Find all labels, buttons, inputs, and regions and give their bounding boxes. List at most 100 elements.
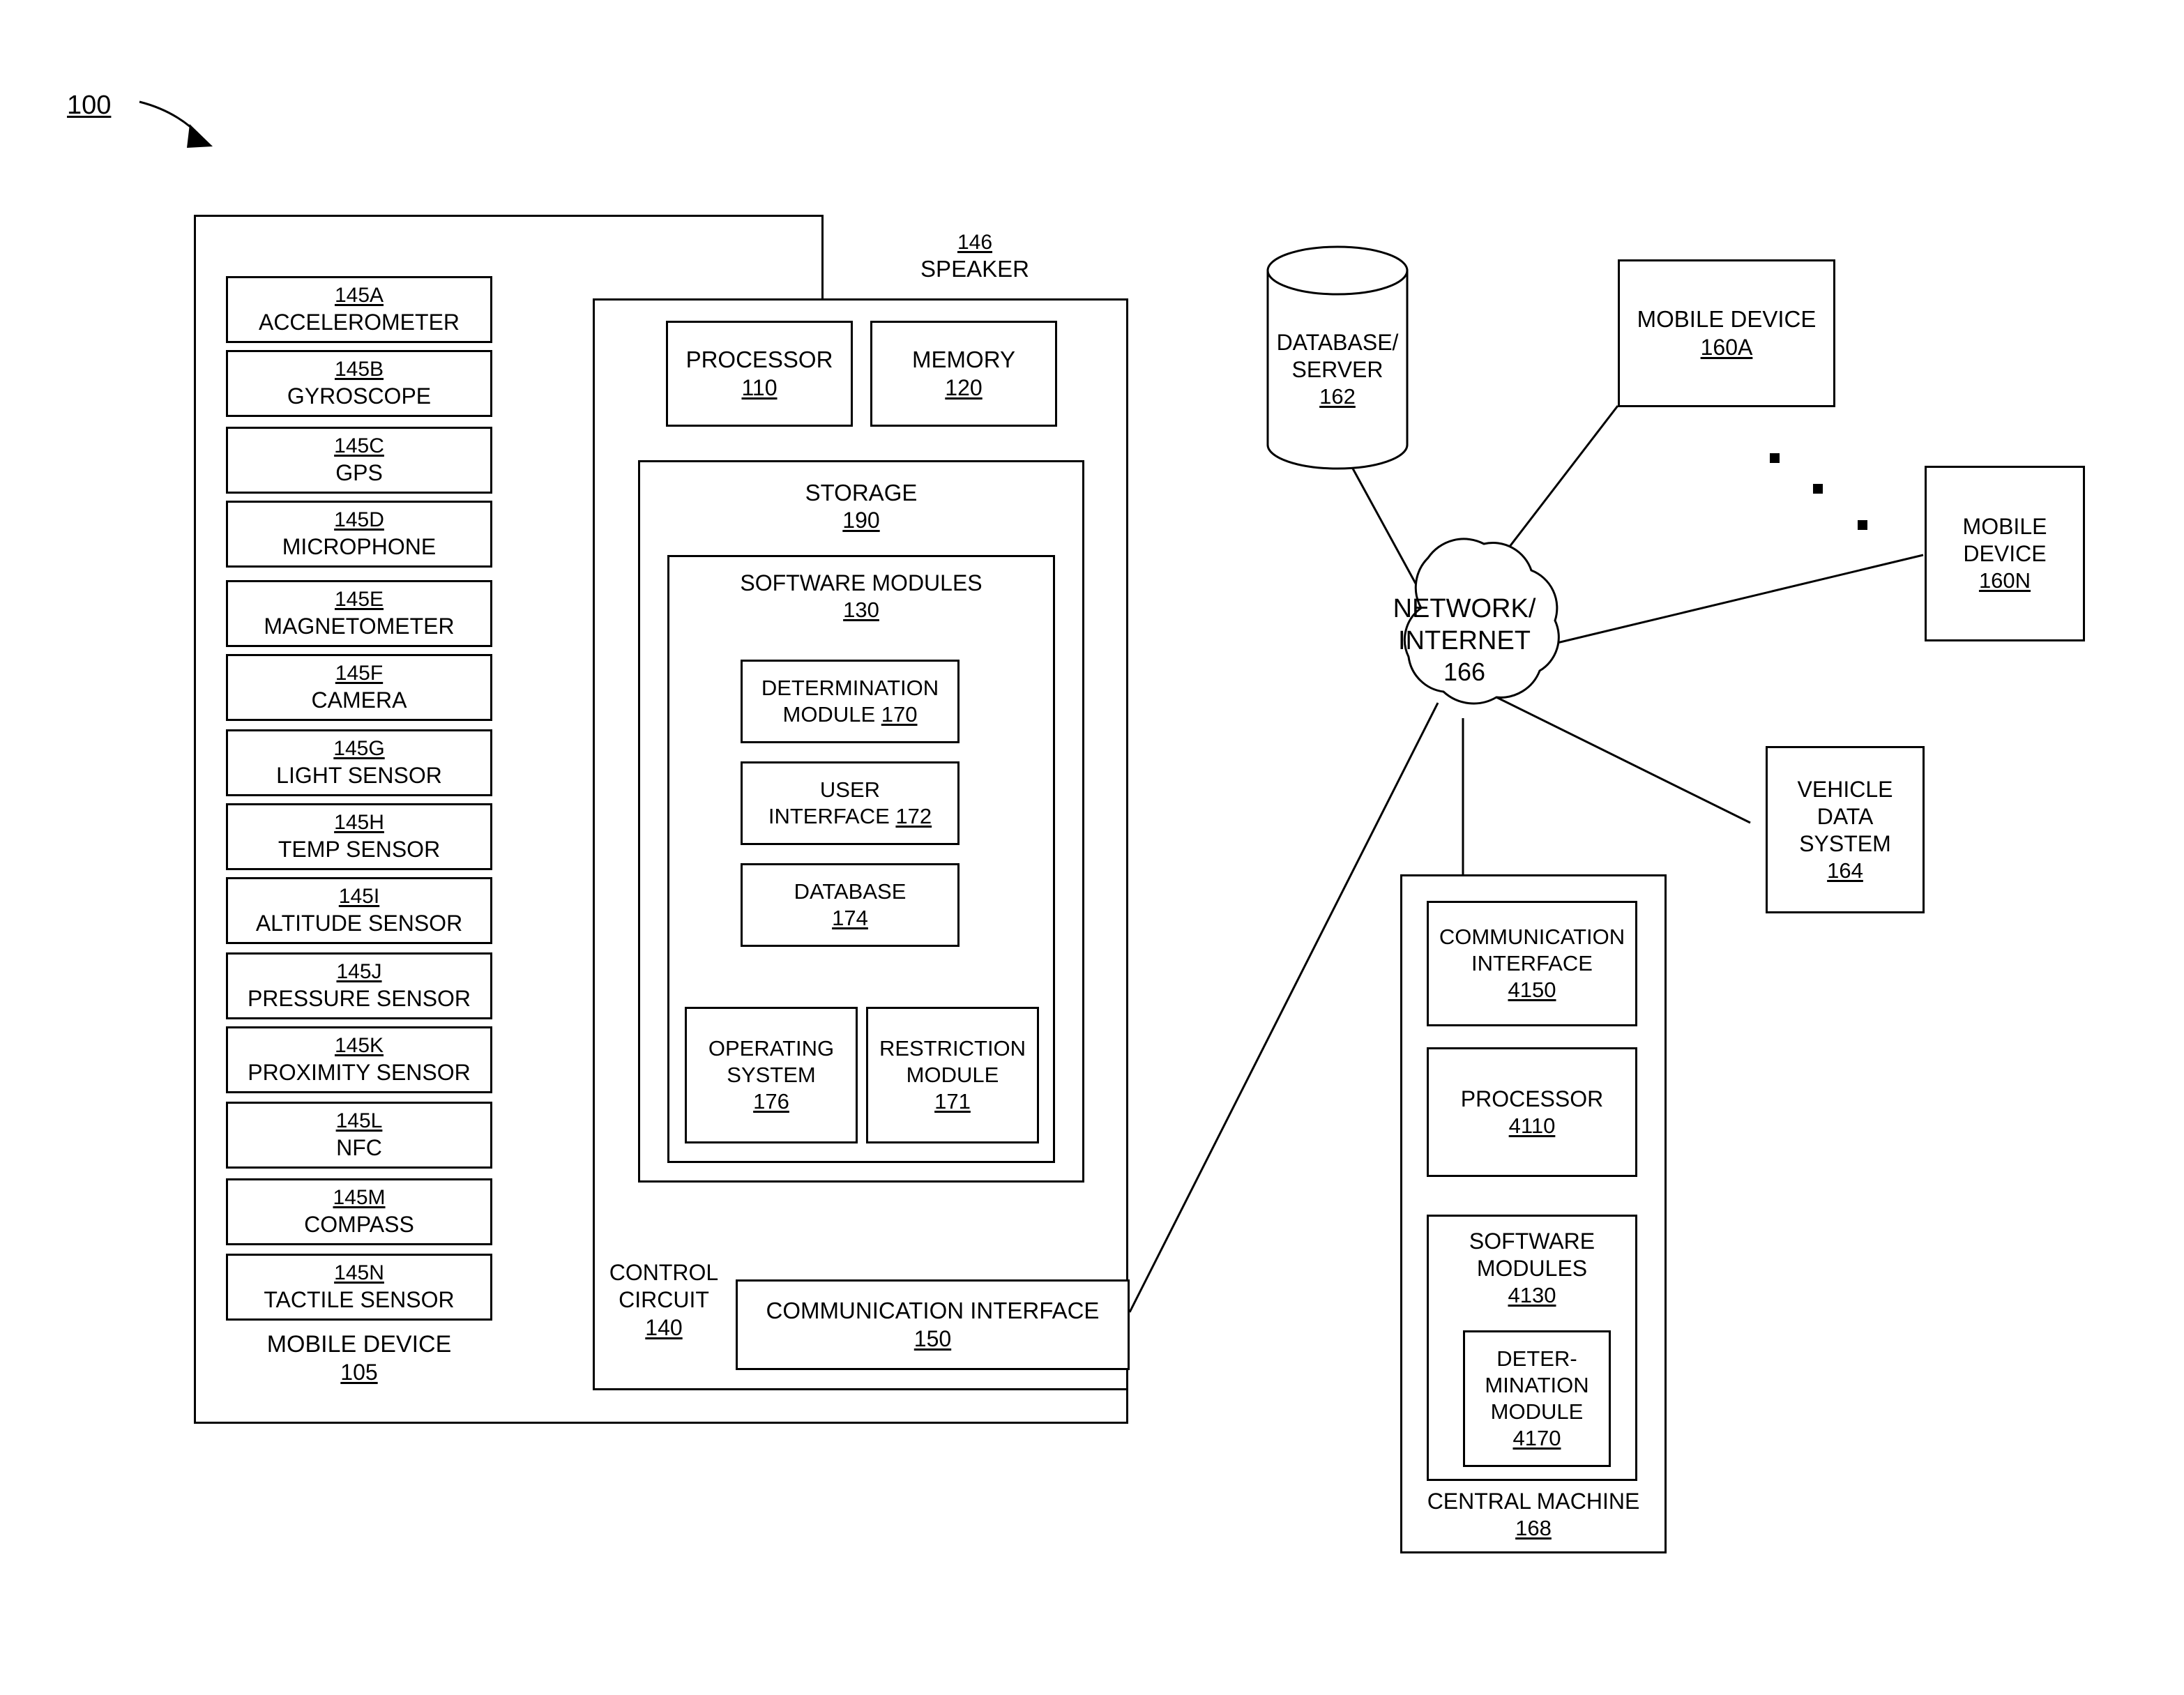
vehicle-data-system-box[interactable]: VEHICLE DATA SYSTEM 164 [1766,746,1925,913]
sensor-box-nfc[interactable]: 145L NFC [226,1102,492,1169]
restriction-module-box[interactable]: RESTRICTION MODULE 171 [866,1007,1039,1143]
sensor-box-microphone[interactable]: 145D MICROPHONE [226,501,492,568]
sensor-box-compass[interactable]: 145M COMPASS [226,1178,492,1245]
mobile-device-a-ref: 160A [1700,334,1753,360]
user-interface-line2: INTERFACE 172 [768,804,932,828]
sensor-label: MAGNETOMETER [264,613,455,639]
memory-box[interactable]: MEMORY 120 [870,321,1057,427]
sensor-box-gyroscope[interactable]: 145B GYROSCOPE [226,350,492,417]
link-network-to-vehicle-data-system [1496,696,1751,824]
sensor-box-gps[interactable]: 145C GPS [226,427,492,494]
figure-arrow-curve [139,100,204,139]
sensor-ref: 145D [334,508,384,532]
vehicle-data-system-line2: DATA [1817,803,1874,829]
sensor-box-altitude-sensor[interactable]: 145I ALTITUDE SENSOR [226,877,492,944]
operating-system-ref: 176 [753,1088,789,1113]
sensor-label: COMPASS [304,1211,414,1237]
central-software-modules-line1: SOFTWARE [1469,1229,1595,1254]
central-machine-ref: 168 [1515,1515,1552,1540]
sensor-box-accelerometer[interactable]: 145A ACCELEROMETER [226,276,492,343]
sensor-ref: 145H [334,811,384,835]
central-communication-interface-ref: 4150 [1508,977,1556,1002]
vehicle-data-system-line1: VEHICLE [1797,776,1893,802]
speaker-divider-vertical [821,215,824,298]
determination-module-line2: MODULE 170 [782,702,918,727]
central-determination-module-line1: DETER- [1496,1346,1577,1371]
sensor-label: GPS [335,459,383,485]
network-cloud-line1: NETWORK/ [1393,593,1536,623]
central-machine-title: CENTRAL MACHINE [1427,1488,1640,1514]
processor-ref: 110 [741,374,778,400]
database-server-ref: 162 [1319,384,1356,409]
mobile-device-a-box[interactable]: MOBILE DEVICE 160A [1618,259,1835,407]
sensor-box-pressure-sensor[interactable]: 145J PRESSURE SENSOR [226,952,492,1019]
sensor-ref: 145K [334,1034,384,1058]
ellipsis-dot [1813,484,1823,494]
control-circuit-label-line1: CONTROL [609,1260,719,1286]
operating-system-box[interactable]: OPERATING SYSTEM 176 [685,1007,858,1143]
processor-box[interactable]: PROCESSOR 110 [666,321,853,427]
sensor-label: MICROPHONE [282,533,437,559]
sensor-label: TEMP SENSOR [278,836,441,862]
sensor-box-proximity-sensor[interactable]: 145K PROXIMITY SENSOR [226,1026,492,1093]
control-circuit-ref: 140 [645,1314,683,1340]
mobile-device-ref: 105 [340,1360,378,1385]
sensor-label: GYROSCOPE [287,383,432,409]
sensor-ref: 145G [333,737,385,761]
central-communication-interface-box[interactable]: COMMUNICATION INTERFACE 4150 [1427,901,1637,1026]
central-determination-module-box[interactable]: DETER- MINATION MODULE 4170 [1463,1330,1611,1467]
sensor-ref: 145F [335,662,384,685]
mobile-device-title-block: MOBILE DEVICE 105 [226,1325,492,1392]
storage-ref: 190 [842,508,880,533]
sensor-label: TACTILE SENSOR [264,1286,455,1312]
link-network-to-mobile-device-a [1476,405,1619,590]
memory-label: MEMORY [912,347,1015,373]
vehicle-data-system-ref: 164 [1827,858,1863,883]
sensor-ref: 145N [334,1261,384,1285]
control-circuit-label-line2: CIRCUIT [619,1287,709,1313]
central-processor-box[interactable]: PROCESSOR 4110 [1427,1047,1637,1177]
network-cloud-line2: INTERNET [1398,626,1531,656]
mobile-device-n-box[interactable]: MOBILE DEVICE 160N [1925,466,2085,641]
central-determination-module-ref: 4170 [1512,1425,1561,1450]
communication-interface-ref: 150 [913,1325,952,1351]
network-cloud-label-block: NETWORK/ INTERNET 166 [1388,584,1541,696]
database-server-line1: DATABASE/ [1276,330,1399,356]
processor-label: PROCESSOR [685,347,833,373]
sensor-label: ACCELEROMETER [258,309,460,335]
sensor-ref: 145C [334,434,384,458]
sensor-label: LIGHT SENSOR [276,762,442,788]
ellipsis-dot [1770,453,1780,463]
vehicle-data-system-line3: SYSTEM [1799,830,1891,856]
central-software-modules-line2: MODULES [1476,1256,1588,1282]
determination-module-line1: DETERMINATION [761,676,939,701]
central-processor-ref: 4110 [1508,1113,1556,1138]
database-module-box[interactable]: DATABASE 174 [741,863,960,947]
network-cloud-ref: 166 [1443,658,1486,687]
sensor-label: ALTITUDE SENSOR [255,910,463,936]
sensor-box-magnetometer[interactable]: 145E MAGNETOMETER [226,580,492,647]
sensor-box-light-sensor[interactable]: 145G LIGHT SENSOR [226,729,492,796]
figure-reference-100: 100 [67,91,112,120]
central-determination-module-line3: MODULE [1490,1399,1584,1424]
communication-interface-box[interactable]: COMMUNICATION INTERFACE 150 [736,1279,1130,1370]
determination-module-box[interactable]: DETERMINATION MODULE 170 [741,660,960,743]
central-determination-module-line2: MINATION [1485,1373,1589,1398]
link-network-to-mobile-device-n [1499,554,1924,658]
central-communication-interface-line1: COMMUNICATION [1439,925,1625,950]
sensor-box-temp-sensor[interactable]: 145H TEMP SENSOR [226,803,492,870]
sensor-label: PRESSURE SENSOR [247,985,471,1011]
user-interface-box[interactable]: USER INTERFACE 172 [741,761,960,845]
database-server-label-block: DATABASE/ SERVER 162 [1268,321,1407,418]
memory-ref: 120 [945,374,983,400]
sensor-ref: 145I [338,885,380,909]
software-modules-ref: 130 [843,598,879,623]
speaker-block: 146 SPEAKER [821,215,1128,298]
link-comm-interface-to-network [1128,702,1439,1313]
speaker-label: SPEAKER [920,256,1029,282]
operating-system-line1: OPERATING [708,1036,835,1061]
sensor-label: NFC [336,1134,382,1160]
storage-label: STORAGE [805,480,918,506]
sensor-box-tactile-sensor[interactable]: 145N TACTILE SENSOR [226,1254,492,1321]
sensor-box-camera[interactable]: 145F CAMERA [226,654,492,721]
